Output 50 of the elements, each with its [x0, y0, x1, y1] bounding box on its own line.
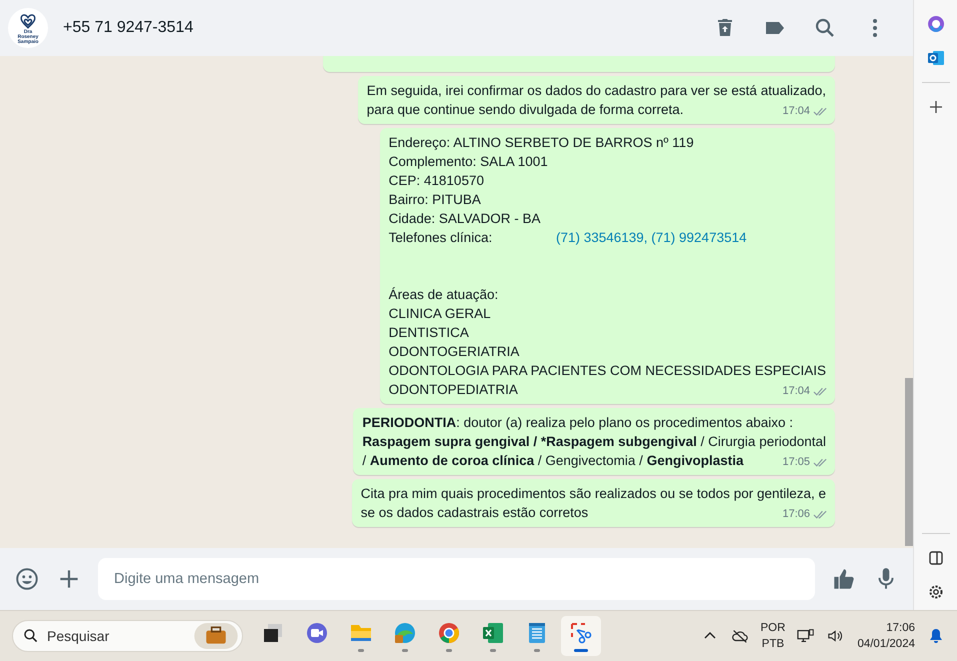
mail-app-icon[interactable]	[926, 48, 946, 68]
message-time: 17:06	[782, 507, 810, 522]
message-text: Telefones clínica:	[388, 230, 494, 245]
browser-wave-icon	[393, 620, 417, 644]
phone-link[interactable]: (71) 33546139, (71) 992473514	[556, 230, 747, 245]
spreadsheet-icon	[481, 620, 505, 644]
message-text: DENTISTICA	[388, 325, 469, 340]
emoji-icon[interactable]	[14, 566, 40, 592]
double-check-icon	[813, 106, 828, 116]
video-chat-icon	[305, 620, 329, 644]
taskbar-search-field[interactable]: Pesquisar	[12, 620, 243, 652]
double-check-icon	[813, 458, 828, 468]
message-text: CEP: 41810570	[388, 173, 484, 188]
briefcase-icon	[193, 623, 239, 649]
search-placeholder: Pesquisar	[47, 628, 110, 644]
message-text: Raspagem supra gengival / *Raspagem subgengival / Cirurgia periodontal	[362, 434, 826, 449]
message-text: ODONTOLOGIA PARA PACIENTES COM NECESSIDADES ESPECIAIS	[388, 363, 826, 378]
message-time: 17:04	[782, 104, 810, 119]
message-time: 17:04	[782, 384, 810, 399]
message-time: 17:05	[782, 455, 810, 470]
message-text: ODONTOGERIATRIA	[388, 344, 520, 359]
message-text: Complemento: SALA 1001	[388, 154, 548, 169]
message-text: Áreas de atuação:	[388, 287, 498, 302]
message-text: CLINICA GERAL	[388, 306, 491, 321]
clock-button[interactable]: 17:06 04/01/2024	[857, 620, 915, 652]
browser-ball-icon	[437, 620, 461, 644]
double-check-icon	[813, 386, 828, 396]
contact-number: +55 71 9247-3514	[63, 19, 194, 37]
message-text: se os dados cadastrais estão corretos	[360, 505, 588, 520]
bell-icon[interactable]	[927, 628, 945, 644]
copilot-icon[interactable]	[926, 14, 946, 34]
search-icon	[23, 628, 39, 644]
message-text: Cita pra mim quais procedimentos são realizados ou se todos por gentileza, e	[360, 486, 826, 501]
tooth-logo-icon	[18, 12, 38, 30]
double-check-icon	[813, 510, 828, 520]
input-language-button[interactable]: POR PTB	[760, 620, 786, 652]
message-text: Bairro: PITUBA	[388, 192, 481, 207]
network-monitor-icon[interactable]	[797, 628, 816, 644]
message-text: / Aumento de coroa clínica / Gengivectomia / Gengivoplastia	[362, 453, 744, 468]
message-text: Endereço: ALTINO SERBETO DE BARROS nº 119	[388, 135, 694, 150]
message-input[interactable]: Digite uma mensagem	[98, 558, 815, 600]
message-text: para que continue sendo divulgada de forma correta.	[366, 102, 684, 117]
message-text: PERIODONTIA: doutor (a) realiza pelo plano os procedimentos abaixo :	[362, 415, 794, 430]
cloud-off-icon[interactable]	[730, 628, 749, 644]
scissors-icon	[569, 620, 593, 644]
message-text: Em seguida, irei confirmar os dados do cadastro para ver se está atualizado,	[366, 83, 826, 98]
message-text: ODONTOPEDIATRIA	[388, 382, 518, 397]
message-text: Cidade: SALVADOR - BA	[388, 211, 540, 226]
taskbar-app[interactable]	[561, 616, 601, 656]
scrollbar-thumb[interactable]	[905, 378, 913, 546]
